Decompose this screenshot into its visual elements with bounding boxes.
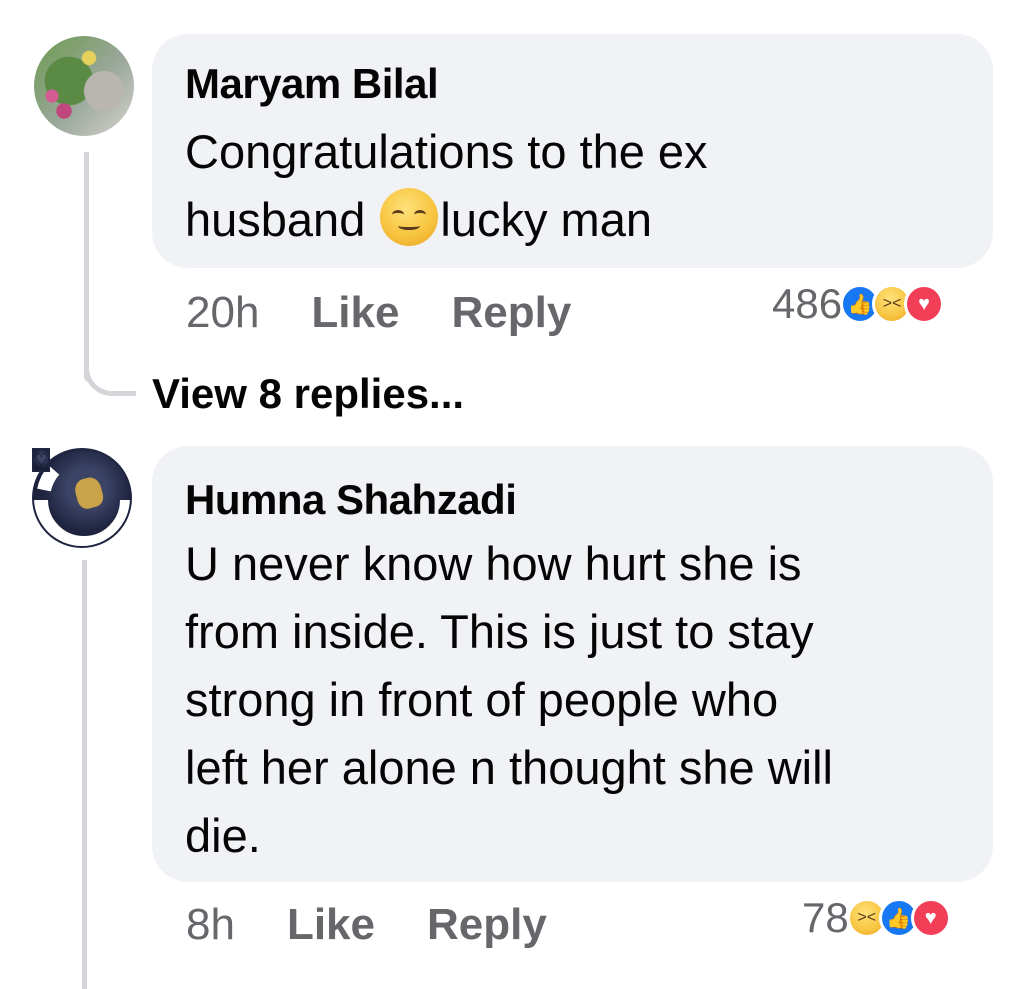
comment-timestamp[interactable]: 8h bbox=[186, 900, 235, 950]
comment-bubble: Humna Shahzadi U never know how hurt she… bbox=[152, 446, 993, 882]
thread-connector-curve bbox=[84, 350, 136, 396]
comment-actions: 20h Like Reply bbox=[186, 288, 623, 338]
relieved-face-emoji-icon bbox=[380, 188, 439, 246]
reply-button[interactable]: Reply bbox=[427, 900, 547, 950]
view-replies-link[interactable]: View 8 replies... bbox=[152, 370, 464, 418]
comment-text-line: Congratulations to the ex bbox=[185, 125, 708, 178]
reaction-count: 486 bbox=[772, 280, 843, 327]
thread-connector-line bbox=[84, 152, 89, 382]
comment-text: U never know how hurt she is from inside… bbox=[185, 530, 965, 870]
comment-text-line: U never know how hurt she is bbox=[185, 537, 802, 590]
love-icon: ♥ bbox=[910, 898, 951, 938]
comment-text-line: lucky man bbox=[440, 193, 652, 246]
comment-thread: Maryam Bilal Congratulations to the ex h… bbox=[0, 0, 1024, 989]
comment-author[interactable]: Maryam Bilal bbox=[185, 60, 439, 108]
comment-text-line: left her alone n thought she will bbox=[185, 741, 833, 794]
like-button[interactable]: Like bbox=[287, 900, 375, 950]
love-icon: ♥ bbox=[904, 284, 945, 324]
comment-text-line: die. bbox=[185, 809, 261, 862]
comment-actions: 8h Like Reply bbox=[186, 900, 599, 950]
reaction-summary[interactable]: 486 👍 >< ♥ bbox=[772, 280, 945, 328]
like-button[interactable]: Like bbox=[311, 288, 399, 338]
avatar[interactable] bbox=[34, 36, 134, 136]
comment-bubble: Maryam Bilal Congratulations to the ex h… bbox=[152, 34, 993, 268]
comment-text-line: husband bbox=[185, 193, 379, 246]
thread-connector-line bbox=[82, 560, 87, 989]
reaction-summary[interactable]: 78 >< 👍 ♥ bbox=[802, 894, 951, 942]
comment-text-line: strong in front of people who bbox=[185, 673, 779, 726]
reply-button[interactable]: Reply bbox=[451, 288, 571, 338]
heart-badge-icon: ♡ bbox=[32, 448, 51, 472]
comment-text-line: from inside. This is just to stay bbox=[185, 605, 814, 658]
comment-text: Congratulations to the ex husband lucky … bbox=[185, 118, 965, 254]
comment-author[interactable]: Humna Shahzadi bbox=[185, 476, 517, 524]
reaction-count: 78 bbox=[802, 894, 849, 941]
comment-timestamp[interactable]: 20h bbox=[186, 288, 259, 338]
